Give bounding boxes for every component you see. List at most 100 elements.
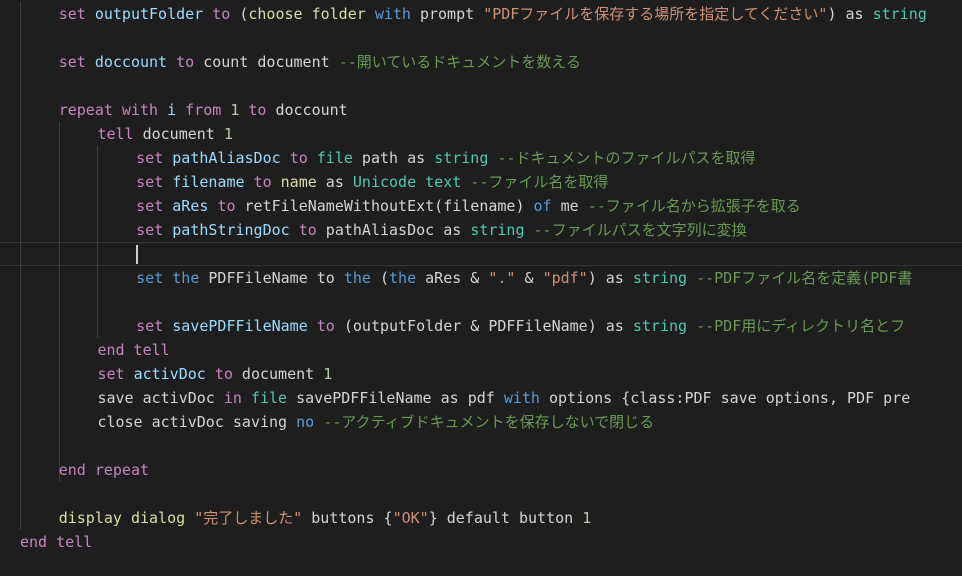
code-token: pathAliasDoc bbox=[172, 149, 281, 167]
code-token: "pdf" bbox=[542, 269, 588, 287]
code-token: the bbox=[389, 269, 417, 287]
code-line[interactable]: end tell bbox=[0, 530, 962, 554]
code-line[interactable]: display dialog "完了しました" buttons {"OK"} d… bbox=[0, 506, 962, 530]
code-token: end tell bbox=[20, 533, 93, 551]
code-token: Unicode text bbox=[352, 173, 462, 191]
code-token: count document bbox=[194, 53, 339, 71]
text-caret bbox=[136, 245, 139, 264]
code-surface[interactable]: set outputFolder to (choose folder with … bbox=[0, 2, 962, 576]
code-token: --ファイル名から拡張子を取る bbox=[587, 197, 801, 215]
code-token: string bbox=[434, 149, 489, 167]
code-token: --開いているドキュメントを数える bbox=[338, 53, 581, 71]
code-token: to bbox=[253, 173, 272, 191]
code-token: path bbox=[352, 149, 408, 167]
code-token: activDoc bbox=[133, 365, 206, 383]
code-token: & bbox=[515, 269, 543, 287]
code-token: options {class:PDF save options, PDF pre bbox=[539, 389, 911, 407]
code-token: file bbox=[250, 389, 288, 407]
code-token: aRes bbox=[172, 197, 209, 215]
code-token: set bbox=[136, 221, 173, 239]
code-token: set bbox=[136, 197, 173, 215]
code-line[interactable]: tell document 1 bbox=[0, 122, 962, 146]
code-line[interactable] bbox=[0, 26, 962, 50]
code-line[interactable] bbox=[0, 434, 962, 458]
code-token: --ファイル名を取得 bbox=[470, 173, 609, 191]
code-token: "OK" bbox=[392, 509, 429, 527]
code-token: --PDF用にディレクトリ名とフ bbox=[696, 317, 906, 335]
code-token: from bbox=[176, 101, 231, 119]
code-token: document bbox=[232, 365, 324, 383]
code-token: to bbox=[289, 149, 308, 167]
code-token: retFileNameWithoutExt(filename) bbox=[235, 197, 534, 215]
code-line[interactable]: set pathStringDoc to pathAliasDoc as str… bbox=[0, 218, 962, 242]
code-line[interactable]: repeat with i from 1 to doccount bbox=[0, 98, 962, 122]
code-token: ) bbox=[827, 5, 846, 23]
code-token: name bbox=[280, 173, 317, 191]
code-token: no bbox=[296, 413, 315, 431]
code-line[interactable] bbox=[0, 290, 962, 314]
code-token: to bbox=[316, 317, 335, 335]
code-token: the bbox=[343, 269, 371, 287]
code-line[interactable]: set activDoc to document 1 bbox=[0, 362, 962, 386]
code-line[interactable]: close activDoc saving no --アクティブドキュメントを保… bbox=[0, 410, 962, 434]
code-token: doccount bbox=[275, 101, 348, 119]
code-line[interactable]: set pathAliasDoc to file path as string … bbox=[0, 146, 962, 170]
code-token: set bbox=[136, 149, 173, 167]
code-token: ( bbox=[370, 269, 390, 287]
code-token: to bbox=[214, 365, 233, 383]
code-token: set bbox=[58, 5, 95, 23]
code-token: string bbox=[632, 269, 688, 287]
code-token: i bbox=[167, 101, 177, 119]
code-token: repeat with bbox=[58, 101, 168, 119]
code-token: as bbox=[407, 149, 426, 167]
code-line[interactable] bbox=[0, 482, 962, 506]
code-token: 1 bbox=[323, 365, 333, 383]
code-line[interactable]: end repeat bbox=[0, 458, 962, 482]
code-token: prompt bbox=[410, 5, 484, 23]
code-token: "完了しました" bbox=[194, 509, 303, 527]
code-line[interactable] bbox=[0, 242, 962, 266]
code-token: to bbox=[212, 5, 231, 23]
code-editor[interactable]: set outputFolder to (choose folder with … bbox=[0, 0, 962, 576]
code-line[interactable]: set doccount to count document --開いているドキ… bbox=[0, 50, 962, 74]
code-token: (outputFolder & PDFFileName) as bbox=[334, 317, 633, 335]
code-token: buttons { bbox=[302, 509, 393, 527]
code-token: string bbox=[632, 317, 688, 335]
code-token: set bbox=[136, 173, 173, 191]
code-line[interactable]: set the PDFFileName to the (the aRes & "… bbox=[0, 266, 962, 290]
code-token: end tell bbox=[97, 341, 170, 359]
code-line[interactable]: set aRes to retFileNameWithoutExt(filena… bbox=[0, 194, 962, 218]
code-token: as bbox=[845, 5, 864, 23]
code-line[interactable]: set outputFolder to (choose folder with … bbox=[0, 2, 962, 26]
code-line[interactable]: set savePDFFileName to (outputFolder & P… bbox=[0, 314, 962, 338]
code-line[interactable]: set filename to name as Unicode text --フ… bbox=[0, 170, 962, 194]
code-token: ( bbox=[230, 5, 249, 23]
code-token: string bbox=[470, 221, 525, 239]
code-line[interactable]: end tell bbox=[0, 338, 962, 362]
code-token: in bbox=[223, 389, 242, 407]
code-token: set bbox=[136, 317, 173, 335]
code-token: --アクティブドキュメントを保存しないで閉じる bbox=[323, 413, 655, 431]
code-token: file bbox=[316, 149, 353, 167]
code-token: me bbox=[551, 197, 588, 215]
code-token: set bbox=[136, 269, 164, 287]
code-token: --ドキュメントのファイルパスを取得 bbox=[497, 149, 756, 167]
code-line[interactable] bbox=[0, 74, 962, 98]
code-line[interactable]: save activDoc in file savePDFFileName as… bbox=[0, 386, 962, 410]
code-token: savePDFFileName bbox=[172, 317, 308, 335]
code-token: "." bbox=[488, 269, 516, 287]
code-token: the bbox=[172, 269, 200, 287]
code-token: 1 bbox=[223, 125, 233, 143]
code-token: "PDFファイルを保存する場所を指定してください" bbox=[483, 5, 828, 23]
